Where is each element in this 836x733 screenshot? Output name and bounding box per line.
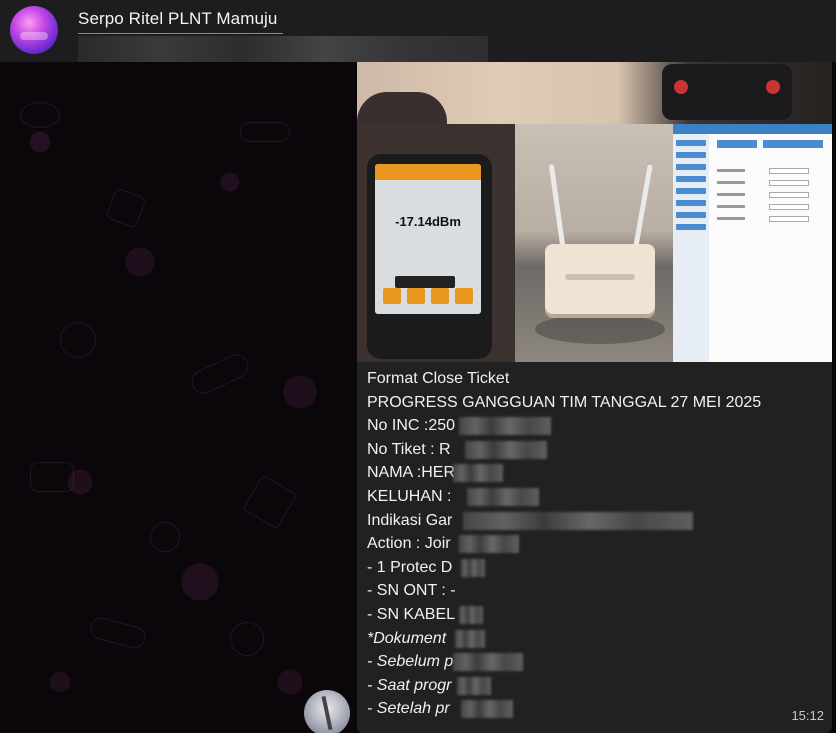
doodle-shape bbox=[230, 622, 264, 656]
doodle-shape bbox=[240, 122, 290, 142]
doodle-shape bbox=[150, 522, 180, 552]
chat-title[interactable]: Serpo Ritel PLNT Mamuju bbox=[78, 9, 277, 29]
redaction-blur bbox=[461, 700, 513, 719]
doodle-shape bbox=[60, 322, 96, 358]
redaction-blur bbox=[459, 605, 483, 624]
message-line: Indikasi Gar bbox=[367, 509, 822, 533]
redaction-blur bbox=[463, 511, 693, 530]
doodle-shape bbox=[30, 462, 74, 492]
message-line: No Tiket : R bbox=[367, 438, 822, 462]
power-meter-device: -17.14dBm bbox=[367, 154, 492, 359]
photo-admin-page[interactable] bbox=[673, 124, 832, 362]
redaction-blur bbox=[457, 676, 491, 695]
message-line: - SN KABEL bbox=[367, 603, 822, 627]
title-underline bbox=[78, 33, 283, 34]
redaction-blur bbox=[467, 487, 539, 506]
message-line: - SN ONT : - bbox=[367, 582, 456, 600]
message-timestamp: 15:12 bbox=[791, 708, 824, 723]
message-line: - Saat progr bbox=[367, 674, 822, 698]
router-device bbox=[545, 244, 655, 314]
sender-avatar[interactable] bbox=[304, 690, 350, 733]
message-line: KELUHAN : bbox=[367, 485, 822, 509]
message-line: *Dokument bbox=[367, 627, 822, 651]
message-line: No INC :250 bbox=[367, 414, 822, 438]
redaction-blur bbox=[459, 417, 551, 436]
photo-album[interactable]: -17.14dBm bbox=[357, 62, 832, 362]
group-avatar-icon[interactable] bbox=[10, 6, 58, 54]
avatar-decoration bbox=[20, 32, 48, 40]
message-line: - Sebelum p bbox=[367, 650, 822, 674]
photo-top[interactable] bbox=[357, 62, 832, 132]
message-line: - Setelah pr bbox=[367, 697, 822, 721]
message-line: Format Close Ticket bbox=[367, 370, 510, 387]
message-line: Action : Joir bbox=[367, 532, 822, 556]
redaction-blur bbox=[461, 558, 485, 577]
photo-router[interactable] bbox=[515, 124, 673, 362]
doodle-shape bbox=[20, 102, 60, 128]
message-bubble[interactable]: -17.14dBm Format Close Ticket PROGRESS G… bbox=[357, 62, 832, 733]
message-line: PROGRESS GANGGUAN TIM TANGGAL 27 MEI 202… bbox=[367, 393, 762, 411]
doodle-shape bbox=[88, 615, 148, 651]
redaction-blur bbox=[465, 440, 547, 459]
message-text: Format Close Ticket PROGRESS GANGGUAN TI… bbox=[367, 367, 822, 721]
message-line: NAMA :HER bbox=[367, 461, 822, 485]
doodle-shape bbox=[187, 350, 253, 398]
message-line: - 1 Protec D bbox=[367, 556, 822, 580]
redaction-blur bbox=[459, 535, 519, 554]
photo-power-meter[interactable]: -17.14dBm bbox=[357, 124, 515, 362]
doodle-shape bbox=[242, 474, 298, 530]
redaction-blur bbox=[453, 653, 523, 672]
doodle-shape bbox=[105, 187, 147, 229]
chat-header: Serpo Ritel PLNT Mamuju bbox=[0, 0, 836, 69]
power-reading: -17.14dBm bbox=[395, 214, 461, 229]
redaction-blur bbox=[453, 464, 503, 483]
redaction-blur bbox=[455, 629, 485, 648]
